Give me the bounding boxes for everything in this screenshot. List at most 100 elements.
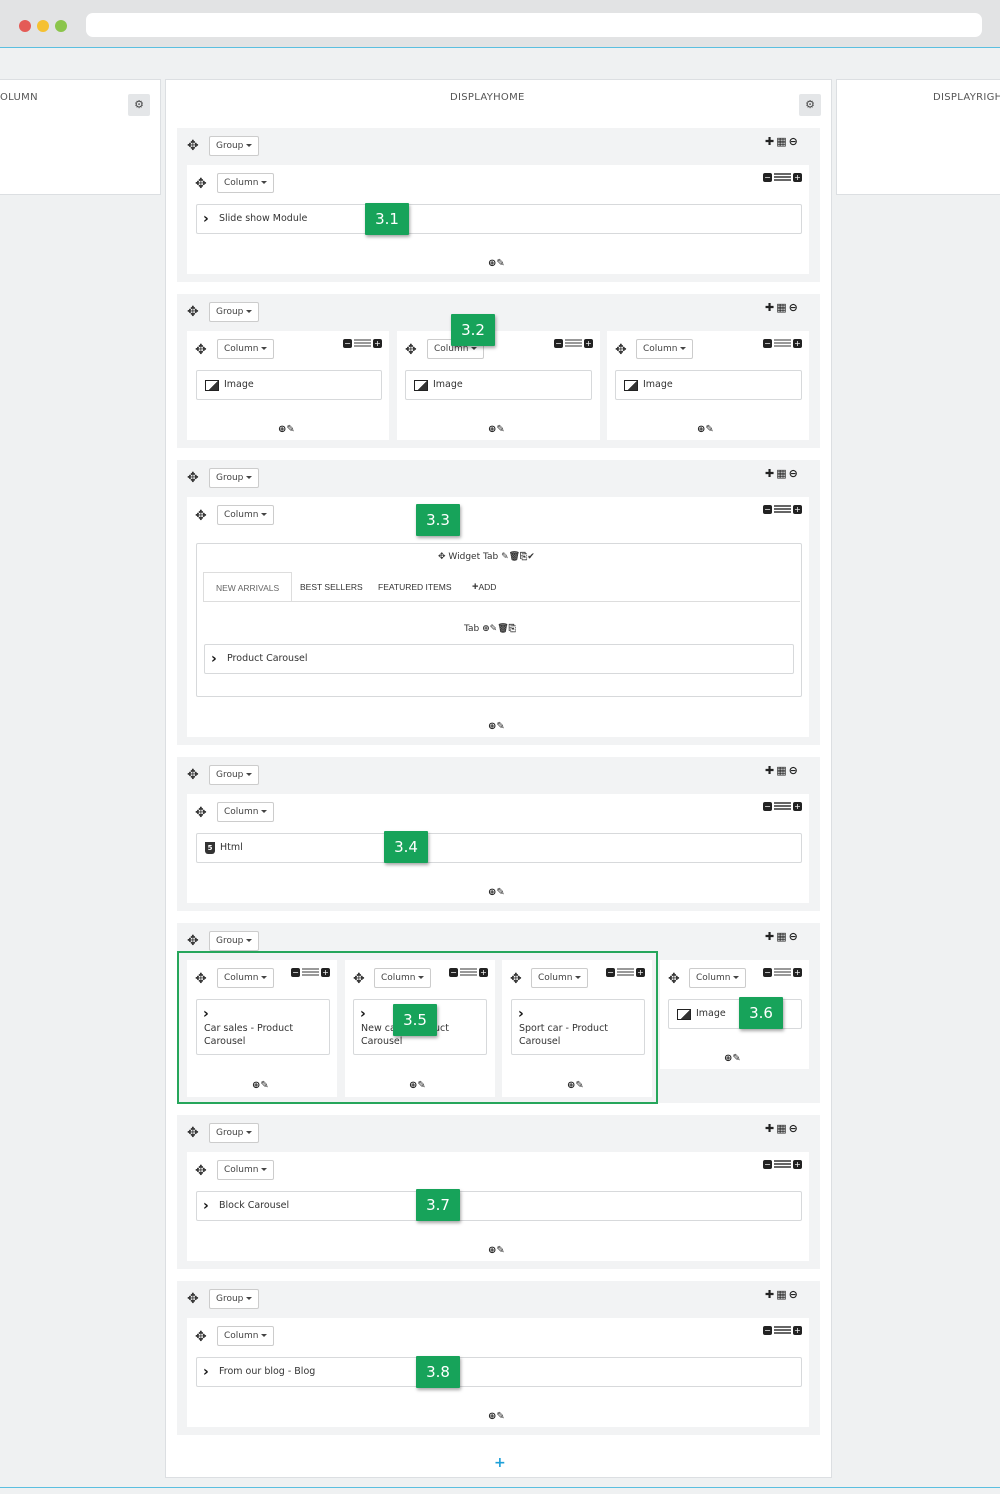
column-dropdown[interactable]: Column [217,173,275,193]
chevron-right-icon: › [203,211,209,227]
module-block-carousel[interactable]: › Block Carousel [196,1191,802,1221]
group-dropdown[interactable]: Group [209,931,260,951]
callout-badge: 3.4 [384,831,428,863]
minimize-window-dot[interactable] [37,20,49,32]
group-dropdown[interactable]: Group [209,765,260,785]
move-icon[interactable]: ✥ [195,509,207,523]
move-icon[interactable]: ✥ [195,806,207,820]
column-dropdown[interactable]: Column [217,1160,275,1180]
group-dropdown[interactable]: Group [209,1289,260,1309]
column-width-controls[interactable]: − + [343,339,382,349]
chevron-right-icon: › [203,1198,209,1214]
add-group-button[interactable]: + [494,1455,506,1471]
add-edit-icons[interactable]: ⊕✎ [488,722,505,732]
column-width-controls[interactable]: − + [763,505,802,515]
tab-divider [203,601,800,602]
move-icon[interactable]: ✥ [195,343,207,357]
module-product-carousel[interactable]: › Product Carousel [204,644,794,674]
column-width-controls[interactable]: − + [763,1326,802,1336]
column-width-controls[interactable]: − + [763,968,802,978]
group-dropdown[interactable]: Group [209,1123,260,1143]
callout-badge: 3.5 [393,1004,437,1036]
tab-add[interactable]: +ADD [460,572,508,602]
group-actions-icons[interactable]: ✚▦⊖ [765,136,800,148]
module-image[interactable]: Image [405,370,592,400]
add-edit-icons[interactable]: ⊕✎ [488,259,505,269]
module-html[interactable]: 5 Html [196,833,802,863]
move-icon[interactable]: ✥ [615,343,627,357]
move-icon[interactable]: ✥ [187,1292,199,1306]
module-image[interactable]: Image [615,370,802,400]
move-icon[interactable]: ✥ [195,1164,207,1178]
callout-badge: 3.2 [451,314,495,346]
column-dropdown[interactable]: Column [217,339,275,359]
move-icon[interactable]: ✥ [438,552,446,562]
group-dropdown[interactable]: Group [209,468,260,488]
tab-new-arrivals[interactable]: NEW ARRIVALS [203,572,293,602]
module-slideshow[interactable]: › Slide show Module [196,204,802,234]
column-width-controls[interactable]: − + [763,802,802,812]
move-icon[interactable]: ✥ [195,1330,207,1344]
hook-right-title: DISPLAYRIGHT [933,92,1000,103]
group-actions-icons[interactable]: ✚▦⊖ [765,1289,800,1301]
widget-tab-header: ✥ Widget Tab ✎🗑⎘✔ [438,552,535,562]
chevron-right-icon: › [203,1364,209,1380]
tab-header: Tab ⊕✎🗑⎘ [464,624,516,634]
close-window-dot[interactable] [19,20,31,32]
column-dropdown[interactable]: Column [217,1326,275,1346]
image-icon [414,380,428,391]
callout-badge: 3.7 [416,1189,460,1221]
callout-badge: 3.3 [416,504,460,536]
group-actions-icons[interactable]: ✚▦⊖ [765,302,800,314]
tab-featured-items[interactable]: FEATURED ITEMS [366,572,464,602]
module-image[interactable]: Image [196,370,382,400]
tab-action-icons[interactable]: ⊕✎🗑⎘ [482,624,516,634]
add-edit-icons[interactable]: ⊕✎ [488,888,505,898]
move-icon[interactable]: ✥ [195,177,207,191]
column-dropdown[interactable]: Column [636,339,694,359]
html5-icon: 5 [205,842,215,854]
widget-tab-action-icons[interactable]: ✎🗑⎘✔ [501,552,535,562]
image-icon [624,380,638,391]
add-edit-icons[interactable]: ⊕✎ [488,1246,505,1256]
move-icon[interactable]: ✥ [187,305,199,319]
add-edit-icons[interactable]: ⊕✎ [697,425,714,435]
gear-icon[interactable]: ⚙ [799,94,821,116]
column-dropdown[interactable]: Column [689,968,747,988]
module-blog[interactable]: › From our blog - Blog [196,1357,802,1387]
gear-icon[interactable]: ⚙ [128,94,150,116]
callout-badge: 3.1 [365,203,409,235]
group-actions-icons[interactable]: ✚▦⊖ [765,931,800,943]
bottom-divider [0,1487,1000,1488]
add-edit-icons[interactable]: ⊕✎ [488,1412,505,1422]
column-width-controls[interactable]: − + [763,1160,802,1170]
add-edit-icons[interactable]: ⊕✎ [488,425,505,435]
column-dropdown[interactable]: Column [217,802,275,822]
group-actions-icons[interactable]: ✚▦⊖ [765,468,800,480]
column-width-controls[interactable]: − + [763,339,802,349]
column-width-controls[interactable]: − + [763,173,802,183]
group-dropdown[interactable]: Group [209,136,260,156]
add-edit-icons[interactable]: ⊕✎ [278,425,295,435]
callout-badge: 3.6 [739,997,783,1029]
move-icon[interactable]: ✥ [187,1126,199,1140]
move-icon[interactable]: ✥ [187,934,199,948]
image-icon [677,1009,691,1020]
move-icon[interactable]: ✥ [187,768,199,782]
move-icon[interactable]: ✥ [668,972,680,986]
column-dropdown[interactable]: Column [217,505,275,525]
column-width-controls[interactable]: − + [554,339,593,349]
move-icon[interactable]: ✥ [405,343,417,357]
add-edit-icons[interactable]: ⊕✎ [724,1054,741,1064]
maximize-window-dot[interactable] [55,20,67,32]
move-icon[interactable]: ✥ [187,471,199,485]
group-dropdown[interactable]: Group [209,302,260,322]
group-actions-icons[interactable]: ✚▦⊖ [765,765,800,777]
group-actions-icons[interactable]: ✚▦⊖ [765,1123,800,1135]
tab-best-sellers[interactable]: BEST SELLERS [288,572,375,602]
hook-center-title: DISPLAYHOME [450,92,525,103]
address-bar[interactable] [86,13,982,37]
move-icon[interactable]: ✥ [187,139,199,153]
callout-badge: 3.8 [416,1356,460,1388]
hook-left-title: OLUMN [0,92,38,103]
